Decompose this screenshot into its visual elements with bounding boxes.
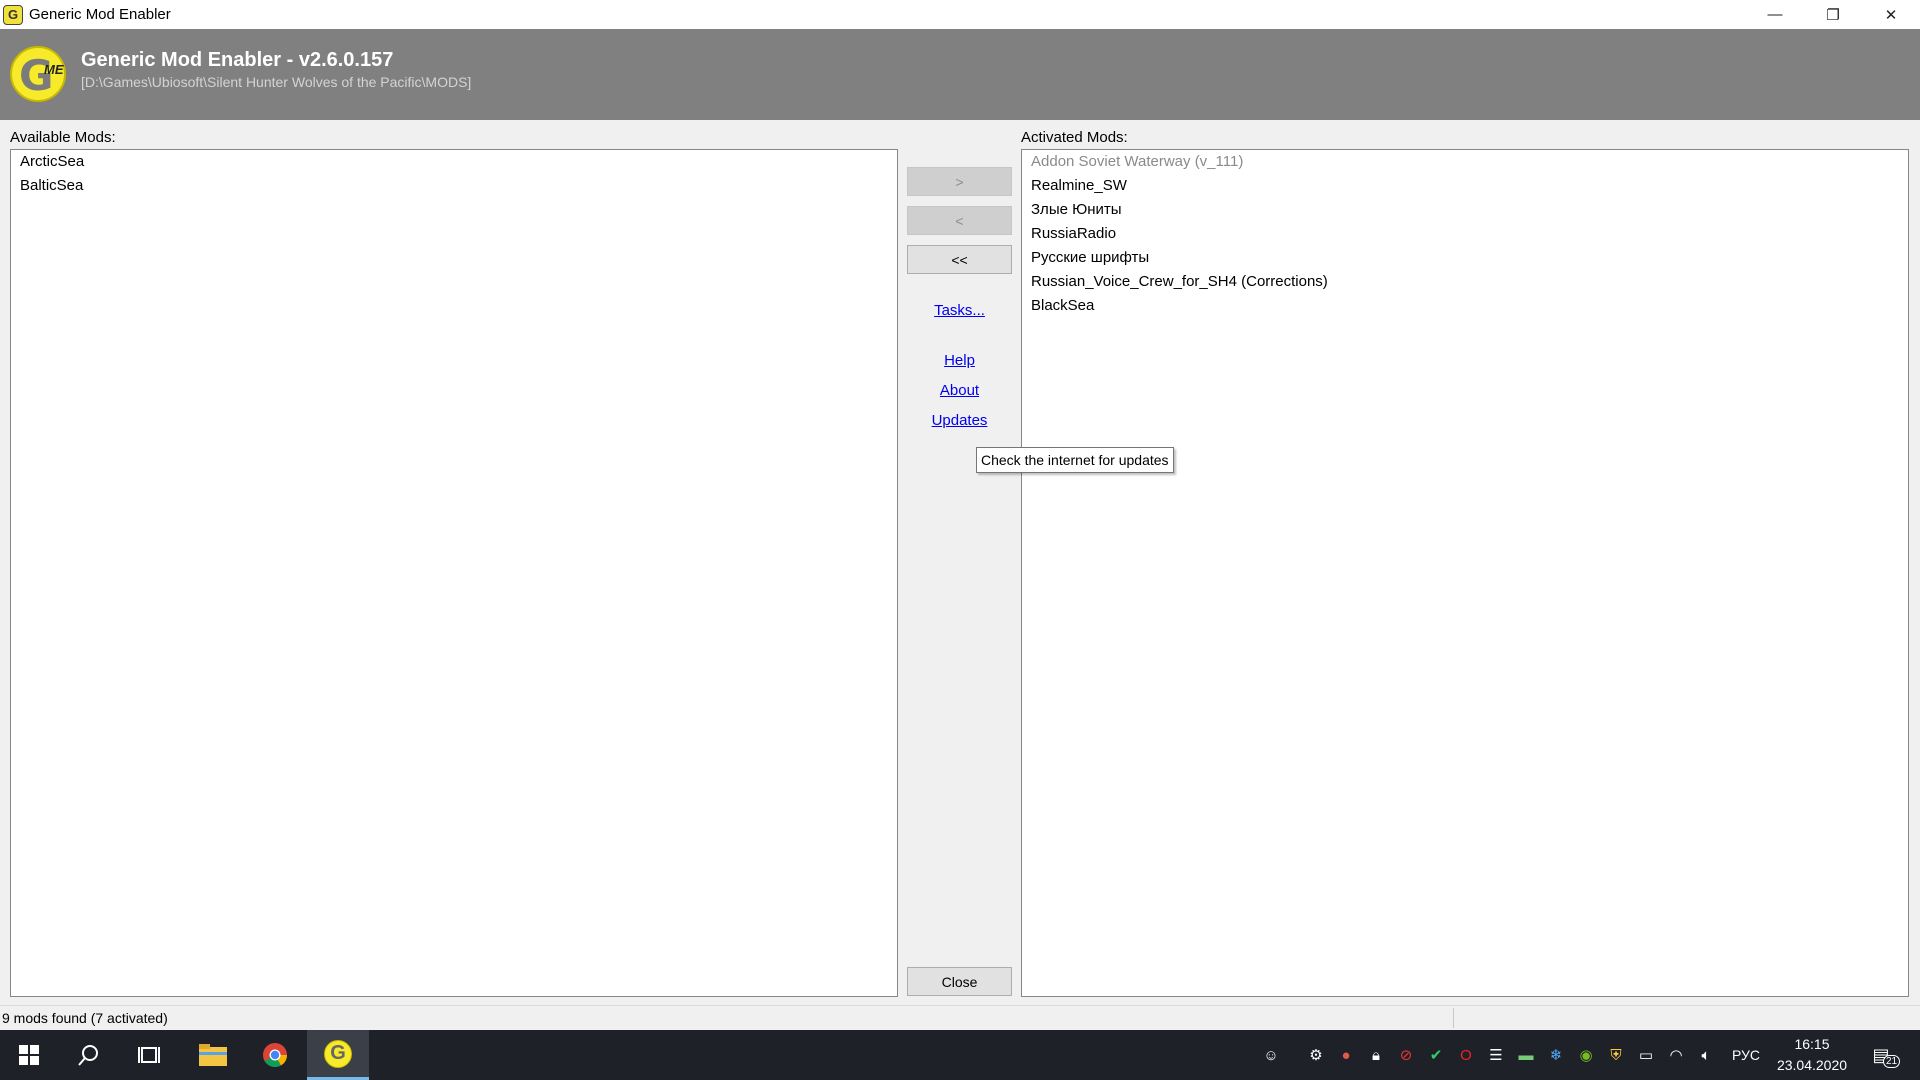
drive-icon[interactable]: ▬	[1515, 1044, 1537, 1066]
opera-icon[interactable]: O	[1455, 1044, 1477, 1066]
deactivate-button[interactable]: <	[907, 206, 1012, 235]
restore-button[interactable]: ❐	[1804, 0, 1862, 29]
notifications-button[interactable]: ▤ 21	[1866, 1044, 1901, 1068]
help-link[interactable]: Help	[907, 352, 1012, 369]
activated-mods-list[interactable]: Addon Soviet Waterway (v_111) Realmine_SW…	[1021, 149, 1909, 997]
shield-check-icon[interactable]: ✔	[1425, 1044, 1447, 1066]
updates-tooltip: Check the internet for updates	[976, 447, 1174, 473]
search-icon	[78, 1045, 98, 1066]
gme-taskbar-button[interactable]: G	[307, 1030, 369, 1080]
tasks-link[interactable]: Tasks...	[907, 302, 1012, 319]
chrome-icon	[263, 1043, 287, 1068]
language-indicator[interactable]: РУС	[1729, 1044, 1763, 1066]
snowflake-icon[interactable]: ❄	[1545, 1044, 1567, 1066]
status-text: 9 mods found (7 activated)	[2, 1010, 168, 1026]
app-tray-icon[interactable]: ●	[1335, 1044, 1357, 1066]
mods-path: [D:\Games\Ubiosoft\Silent Hunter Wolves …	[81, 74, 472, 90]
gme-icon: G	[324, 1039, 352, 1068]
close-button[interactable]: Close	[907, 967, 1012, 996]
file-explorer-button[interactable]	[184, 1030, 242, 1080]
available-mods-label: Available Mods:	[10, 129, 116, 146]
battery-icon[interactable]: ▭	[1635, 1044, 1657, 1066]
chrome-button[interactable]	[246, 1030, 304, 1080]
mod-list-item[interactable]: Realmine_SW	[1022, 174, 1908, 198]
mod-list-item[interactable]: BalticSea	[11, 174, 897, 198]
minimize-button[interactable]: —	[1746, 0, 1804, 29]
header-banner: G ME Generic Mod Enabler - v2.6.0.157 [D…	[0, 29, 1920, 120]
search-button[interactable]	[60, 1030, 118, 1080]
window-title: Generic Mod Enabler	[29, 6, 171, 23]
clock-date: 23.04.2020	[1776, 1057, 1848, 1073]
about-link[interactable]: About	[907, 382, 1012, 399]
volume-icon[interactable]: 🔈︎	[1695, 1044, 1717, 1066]
mod-list-item[interactable]: Addon Soviet Waterway (v_111)	[1022, 150, 1908, 174]
start-button[interactable]	[0, 1030, 58, 1080]
security-shield-icon[interactable]: ⛨	[1605, 1044, 1627, 1066]
mod-list-item[interactable]: ArcticSea	[11, 150, 897, 174]
windows-icon	[19, 1045, 39, 1065]
clock-time: 16:15	[1794, 1036, 1830, 1052]
folder-icon	[199, 1044, 227, 1066]
status-bar: 9 mods found (7 activated)	[0, 1005, 1920, 1030]
status-separator	[1453, 1008, 1454, 1028]
activated-mods-label: Activated Mods:	[1021, 129, 1128, 146]
nvidia-icon[interactable]: ◉	[1575, 1044, 1597, 1066]
mod-list-item[interactable]: Русские шрифты	[1022, 246, 1908, 270]
close-window-button[interactable]: ✕	[1862, 0, 1920, 29]
app-name: Generic Mod Enabler - v2.6.0.157	[81, 49, 394, 71]
available-mods-list[interactable]: ArcticSea BalticSea	[10, 149, 898, 997]
task-view-icon	[138, 1047, 160, 1063]
deactivate-all-button[interactable]: <<	[907, 245, 1012, 274]
updates-link[interactable]: Updates	[907, 412, 1012, 429]
mod-list-item[interactable]: RussiaRadio	[1022, 222, 1908, 246]
lock-icon[interactable]: 🔒︎	[1365, 1044, 1387, 1066]
people-icon[interactable]: ☺	[1260, 1044, 1282, 1066]
window-controls: — ❐ ✕	[1746, 0, 1920, 29]
taskbar: G ☺ ⚙ ● 🔒︎ ⊘ ✔ O ☰ ▬ ❄ ◉ ⛨ ▭ ◠ 🔈︎ РУС 16…	[0, 1030, 1920, 1080]
wifi-icon[interactable]: ◠	[1665, 1044, 1687, 1066]
clock[interactable]: 16:15 23.04.2020	[1762, 1034, 1862, 1076]
notification-count: 21	[1883, 1055, 1901, 1068]
antivirus-icon[interactable]: ⊘	[1395, 1044, 1417, 1066]
task-view-button[interactable]	[120, 1030, 178, 1080]
mod-list-item[interactable]: Russian_Voice_Crew_for_SH4 (Corrections)	[1022, 270, 1908, 294]
notes-icon[interactable]: ☰	[1485, 1044, 1507, 1066]
mod-list-item[interactable]: Злые Юниты	[1022, 198, 1908, 222]
window-titlebar: G Generic Mod Enabler — ❐ ✕	[0, 0, 1920, 29]
gme-logo: G ME	[10, 46, 66, 102]
mod-list-item[interactable]: BlackSea	[1022, 294, 1908, 318]
activate-button[interactable]: >	[907, 167, 1012, 196]
steam-icon[interactable]: ⚙	[1305, 1044, 1327, 1066]
app-icon: G	[3, 4, 23, 25]
